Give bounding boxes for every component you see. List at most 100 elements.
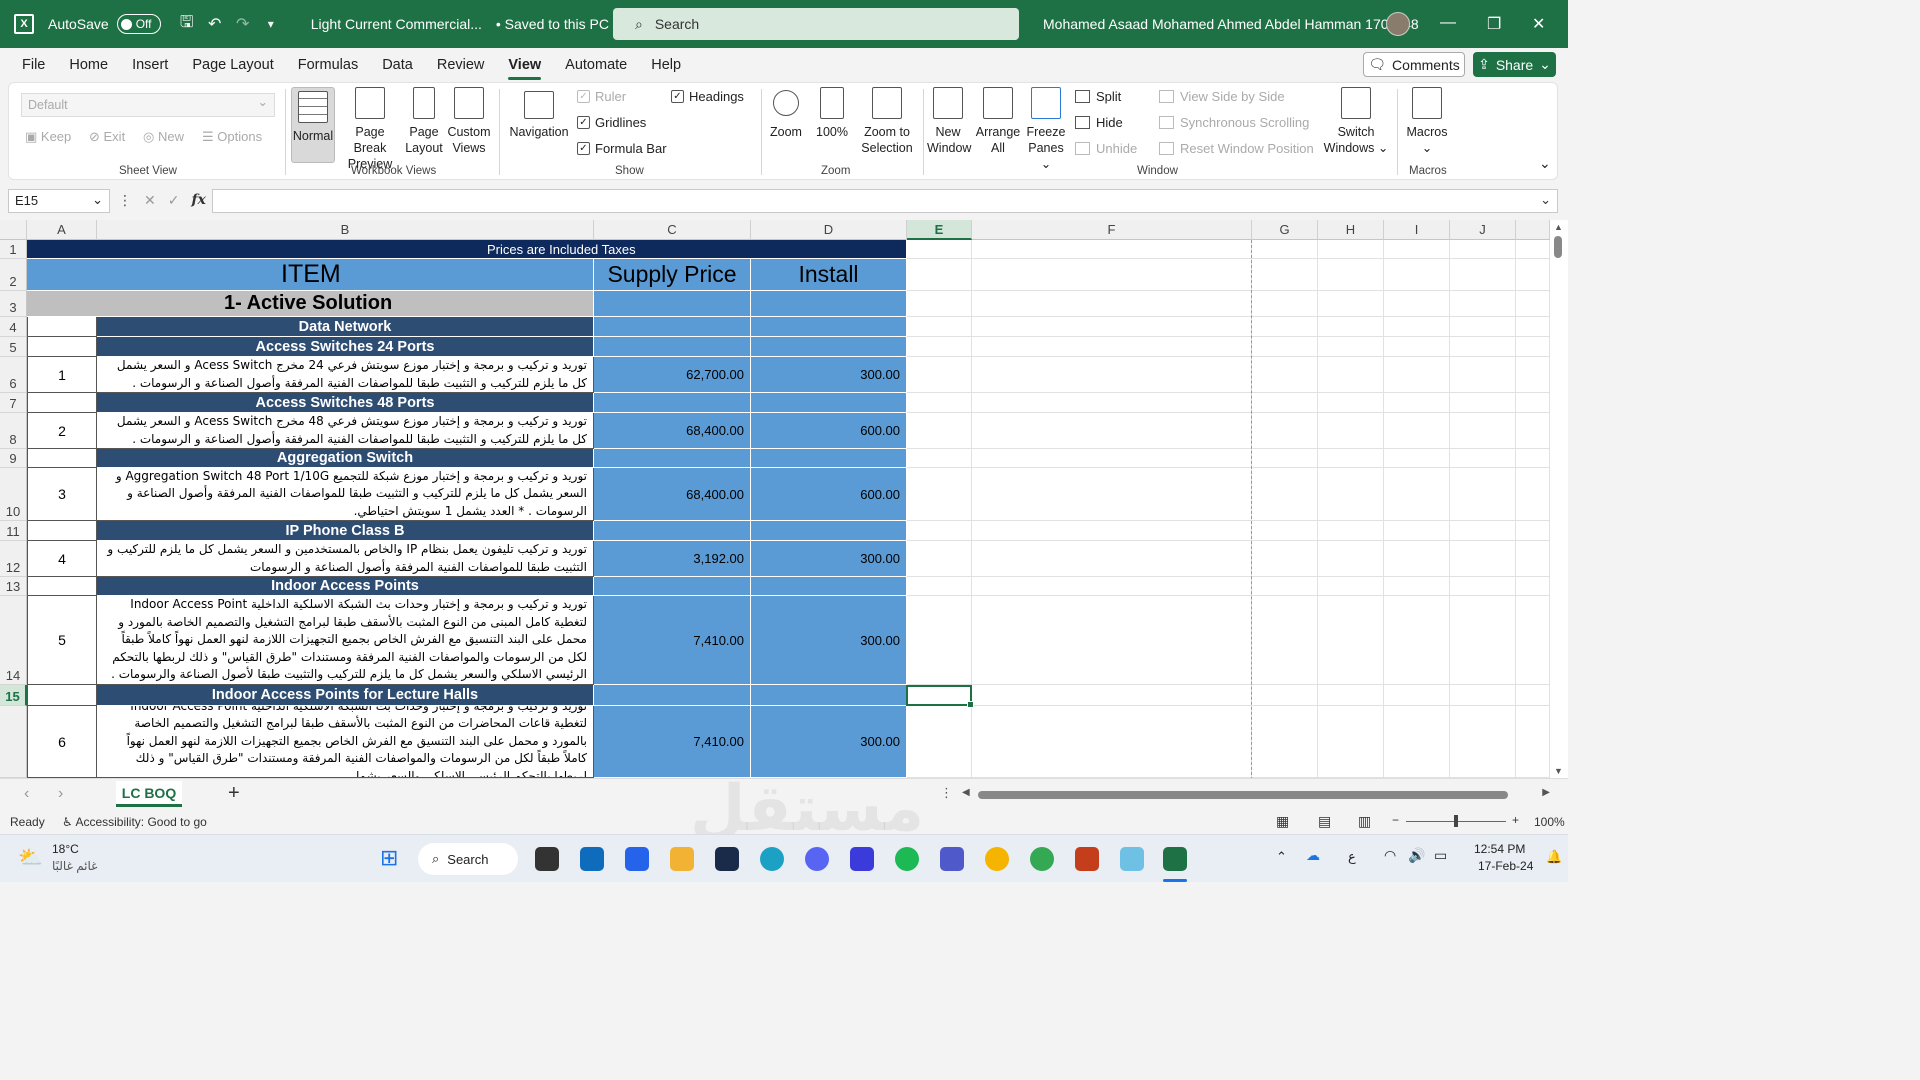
keep-button[interactable]: ▣ Keep <box>25 129 71 145</box>
new-view-button[interactable]: ◎ New <box>143 129 184 145</box>
menu-review[interactable]: Review <box>437 57 485 73</box>
more-options-icon[interactable]: ⋮ <box>940 785 953 801</box>
col-header-c[interactable]: C <box>594 220 751 240</box>
restore-icon[interactable]: ❐ <box>1487 14 1501 34</box>
empty-cell[interactable] <box>972 413 1252 449</box>
expand-formula-bar-icon[interactable]: ⌄ <box>1540 192 1551 208</box>
cell-blue[interactable] <box>594 291 751 317</box>
zoom-to-selection-button[interactable]: Zoom to Selection <box>857 87 917 156</box>
hide-button[interactable]: Hide <box>1075 115 1123 130</box>
cell-supply-price[interactable]: 68,400.00 <box>594 413 751 449</box>
empty-cell[interactable] <box>1318 337 1384 357</box>
menu-file[interactable]: File <box>22 57 45 73</box>
row-header-4[interactable]: 4 <box>0 317 27 337</box>
zoom-in-icon[interactable]: + <box>1512 813 1519 827</box>
empty-cell[interactable] <box>1318 596 1384 685</box>
empty-cell[interactable] <box>1516 521 1550 541</box>
cell-empty[interactable] <box>27 317 97 337</box>
exit-button[interactable]: ⊘ Exit <box>89 129 125 145</box>
empty-cell[interactable] <box>1318 413 1384 449</box>
minimize-icon[interactable]: — <box>1440 14 1456 32</box>
menu-insert[interactable]: Insert <box>132 57 168 73</box>
headings-checkbox[interactable]: ✓ Headings <box>671 89 744 104</box>
row-header-9[interactable]: 9 <box>0 449 27 468</box>
normal-view-status-icon[interactable]: ▦ <box>1276 813 1289 830</box>
tab-lc-boq[interactable]: LC BOQ <box>116 781 182 807</box>
empty-cell[interactable] <box>907 240 972 259</box>
cell-install-price[interactable]: 600.00 <box>751 413 907 449</box>
empty-cell[interactable] <box>907 596 972 685</box>
empty-cell[interactable] <box>1384 413 1450 449</box>
battery-icon[interactable]: ▭ <box>1434 847 1447 864</box>
empty-cell[interactable] <box>907 468 972 521</box>
formula-bar-checkbox[interactable]: ✓ Formula Bar <box>577 141 667 156</box>
empty-cell[interactable] <box>1318 240 1384 259</box>
insert-function-icon[interactable]: fx <box>191 192 205 209</box>
cell-blue[interactable] <box>751 317 907 337</box>
cell-empty[interactable] <box>27 337 97 357</box>
empty-cell[interactable] <box>1252 291 1318 317</box>
cell-header-supply[interactable]: Supply Price <box>594 259 751 291</box>
empty-cell[interactable] <box>1252 685 1318 706</box>
empty-cell[interactable] <box>1516 596 1550 685</box>
empty-cell[interactable] <box>1450 577 1516 596</box>
row-header-2[interactable]: 2 <box>0 259 27 291</box>
cell-item-description[interactable]: توريد و تركيب و برمجة و إختبار موزع سويت… <box>97 357 594 393</box>
empty-cell[interactable] <box>1318 449 1384 468</box>
name-box[interactable]: E15 ⌄ <box>8 189 110 213</box>
row-header-11[interactable]: 11 <box>0 521 27 541</box>
empty-cell[interactable] <box>972 706 1252 778</box>
cell-empty[interactable] <box>27 521 97 541</box>
menu-formulas[interactable]: Formulas <box>298 57 358 73</box>
accessibility-status[interactable]: ♿ Accessibility: Good to go <box>62 815 207 829</box>
cell-header-install[interactable]: Install <box>751 259 907 291</box>
empty-cell[interactable] <box>1450 337 1516 357</box>
empty-cell[interactable] <box>1516 706 1550 778</box>
select-all-corner[interactable] <box>0 220 27 240</box>
custom-views-button[interactable]: Custom Views <box>447 87 491 156</box>
row-header-10[interactable]: 10 <box>0 468 27 521</box>
empty-cell[interactable] <box>1384 393 1450 413</box>
empty-cell[interactable] <box>972 596 1252 685</box>
empty-cell[interactable] <box>1516 317 1550 337</box>
row-header-5[interactable]: 5 <box>0 337 27 357</box>
sheet-view-dropdown[interactable]: Default <box>21 93 275 117</box>
empty-cell[interactable] <box>1252 357 1318 393</box>
synchronous-scrolling-button[interactable]: Synchronous Scrolling <box>1159 115 1309 130</box>
empty-cell[interactable] <box>1516 577 1550 596</box>
app3-icon[interactable] <box>985 847 1009 871</box>
empty-cell[interactable] <box>1516 259 1550 291</box>
weather-temp[interactable]: 18°C <box>52 842 79 856</box>
zoom-level[interactable]: 100% <box>1534 815 1565 829</box>
empty-cell[interactable] <box>1252 259 1318 291</box>
empty-cell[interactable] <box>1516 291 1550 317</box>
cancel-icon[interactable]: ✕ <box>144 192 156 209</box>
cell-group-title[interactable]: Access Switches 24 Ports <box>97 337 594 357</box>
cell-blue[interactable] <box>594 685 751 706</box>
cell-item-description[interactable]: توريد و تركيب و برمجة و إختبار موزع شبكة… <box>97 468 594 521</box>
col-header-h[interactable]: H <box>1318 220 1384 240</box>
empty-cell[interactable] <box>1252 317 1318 337</box>
file-explorer-icon[interactable] <box>670 847 694 871</box>
empty-cell[interactable] <box>1450 357 1516 393</box>
empty-cell[interactable] <box>1384 259 1450 291</box>
menu-home[interactable]: Home <box>69 57 108 73</box>
app4-icon[interactable] <box>1120 847 1144 871</box>
empty-cell[interactable] <box>907 413 972 449</box>
cell-blue[interactable] <box>594 449 751 468</box>
collapse-ribbon-icon[interactable]: ⌄ <box>1539 155 1551 172</box>
cell-item-number[interactable]: 3 <box>27 468 97 521</box>
cell-group-title[interactable]: Aggregation Switch <box>97 449 594 468</box>
cell-item-number[interactable]: 6 <box>27 706 97 778</box>
empty-cell[interactable] <box>1450 449 1516 468</box>
empty-cell[interactable] <box>1318 685 1384 706</box>
empty-cell[interactable] <box>907 291 972 317</box>
cell-group-title[interactable]: Access Switches 48 Ports <box>97 393 594 413</box>
cell-subsection-data-network[interactable]: Data Network <box>97 317 594 337</box>
cell-blue[interactable] <box>751 337 907 357</box>
normal-view-button[interactable]: Normal <box>291 87 335 163</box>
empty-cell[interactable] <box>1318 357 1384 393</box>
zoom-100-button[interactable]: 100% <box>815 87 849 140</box>
empty-cell[interactable] <box>1450 468 1516 521</box>
ruler-checkbox[interactable]: ✓ Ruler <box>577 89 626 104</box>
